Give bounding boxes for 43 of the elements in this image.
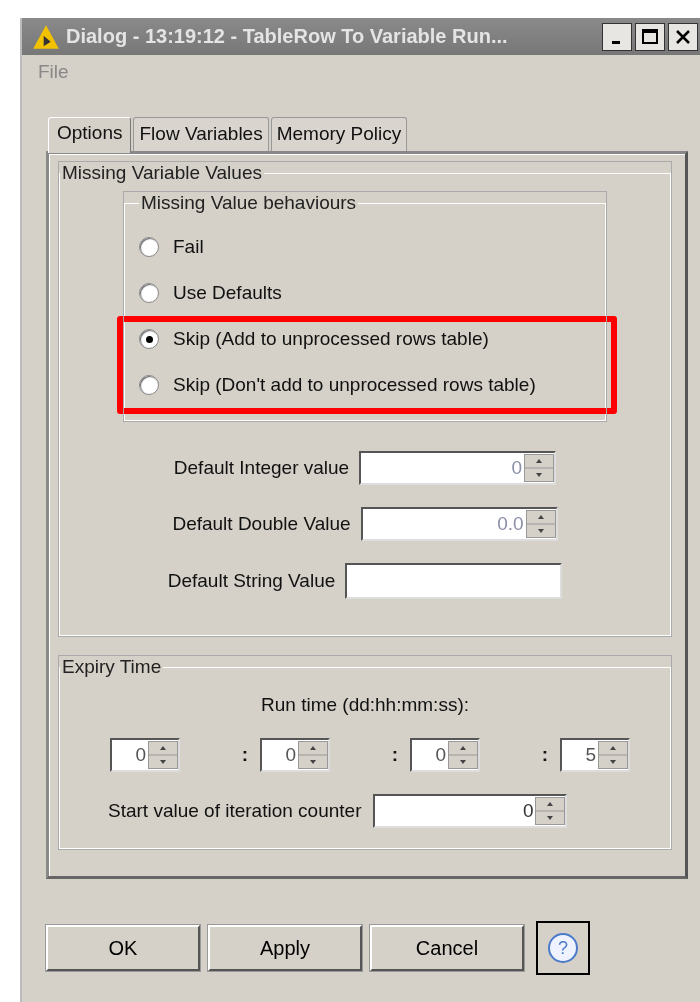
window-title: Dialog - 13:19:12 - TableRow To Variable Run... bbox=[66, 25, 509, 48]
group-title: Expiry Time bbox=[61, 656, 163, 678]
dialog-button[interactable]: OK bbox=[46, 925, 200, 971]
close-button[interactable] bbox=[668, 22, 698, 51]
tab[interactable]: Memory Policy bbox=[270, 117, 408, 151]
maximize-icon[interactable] bbox=[640, 26, 660, 47]
run-time-label: Run time (dd:hh:mm:ss): bbox=[260, 694, 470, 716]
help-button[interactable]: ? bbox=[536, 921, 590, 975]
radio-button[interactable] bbox=[139, 375, 159, 395]
spinner-arrows-icon[interactable] bbox=[598, 741, 628, 769]
time-separator: : bbox=[541, 744, 548, 766]
radio-label: Skip (Add to unprocessed rows table) bbox=[173, 328, 489, 350]
time-separator: : bbox=[241, 744, 248, 766]
spinner-arrows-icon[interactable] bbox=[148, 741, 178, 769]
field-label: Default Double Value bbox=[172, 513, 351, 535]
radio-label: Use Defaults bbox=[173, 282, 282, 304]
tab[interactable]: Flow Variables bbox=[133, 117, 269, 151]
radio-label: Fail bbox=[173, 236, 204, 258]
minimize-button[interactable] bbox=[602, 22, 632, 51]
number-spinner[interactable]: 0 bbox=[260, 738, 330, 772]
field-label: Default Integer value bbox=[173, 457, 350, 479]
maximize-button[interactable] bbox=[635, 22, 665, 51]
number-spinner[interactable]: 5 bbox=[560, 738, 630, 772]
dialog-button[interactable]: Apply bbox=[208, 925, 362, 971]
number-spinner[interactable]: 0 bbox=[410, 738, 480, 772]
radio-button[interactable] bbox=[139, 283, 159, 303]
time-separator: : bbox=[391, 744, 398, 766]
spinner-arrows-icon[interactable] bbox=[298, 741, 328, 769]
field-label: Start value of iteration counter bbox=[108, 800, 362, 822]
spinner-arrows-icon[interactable] bbox=[535, 797, 566, 825]
spinner-arrows-icon[interactable] bbox=[448, 741, 478, 769]
dialog-button[interactable]: Cancel bbox=[370, 925, 524, 971]
radio-button[interactable] bbox=[139, 237, 159, 257]
triangle-play-icon bbox=[32, 23, 60, 50]
number-spinner[interactable]: 0 bbox=[373, 794, 568, 828]
tab[interactable]: Options bbox=[48, 117, 132, 153]
radio-label: Skip (Don't add to unprocessed rows table) bbox=[173, 374, 536, 396]
input-field[interactable] bbox=[345, 563, 563, 599]
field-label: Default String Value bbox=[167, 570, 336, 592]
number-spinner[interactable]: 0 bbox=[110, 738, 180, 772]
group-title: Missing Variable Values bbox=[61, 162, 263, 184]
radio-button[interactable] bbox=[139, 329, 159, 349]
group-title: Missing Value behaviours bbox=[140, 192, 358, 214]
